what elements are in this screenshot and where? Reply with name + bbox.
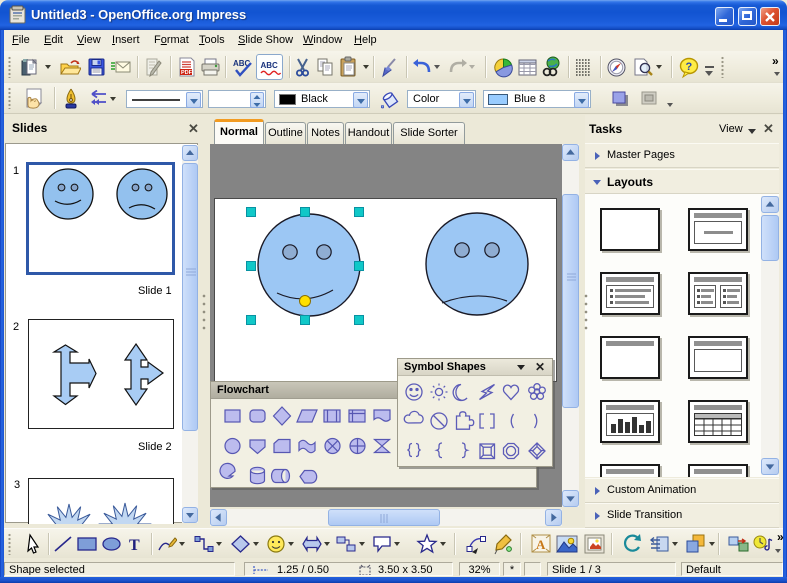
svg-text:?: ? [686,61,693,73]
svg-text:ABC: ABC [261,61,279,70]
svg-text:A: A [536,537,546,552]
svg-text:PDF: PDF [181,70,193,76]
svg-text:T: T [129,537,140,554]
